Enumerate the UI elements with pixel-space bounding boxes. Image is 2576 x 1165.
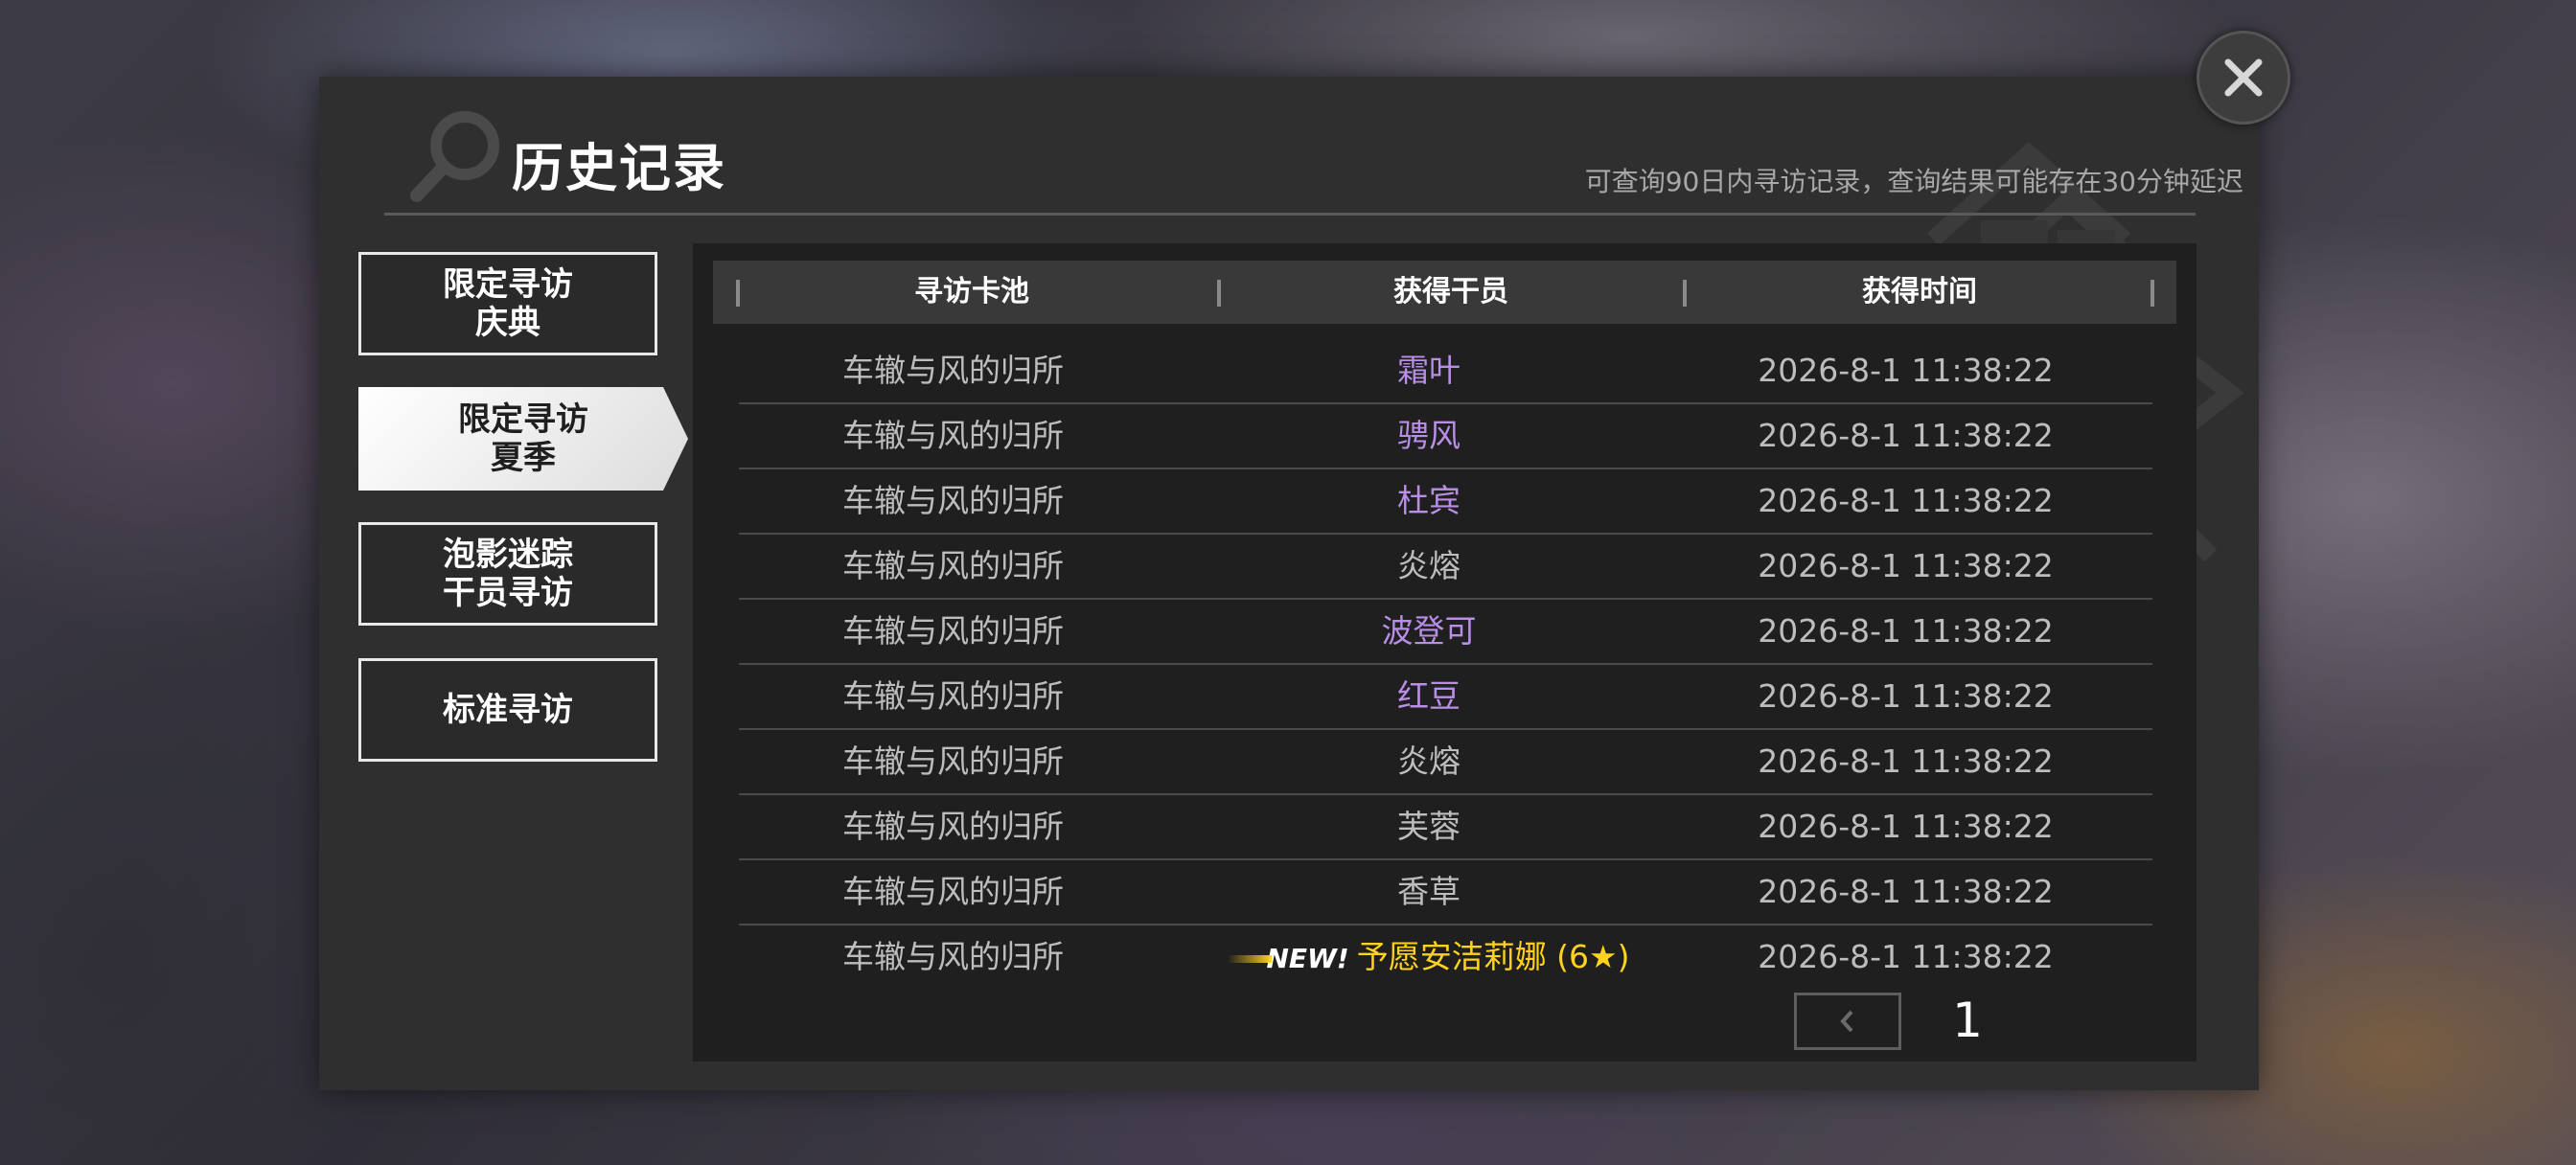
cell-time: 2026-8-1 11:38:22	[1758, 677, 2054, 715]
search-icon	[410, 111, 499, 202]
cell-time: 2026-8-1 11:38:22	[1758, 808, 2054, 845]
cell-time: 2026-8-1 11:38:22	[1758, 547, 2054, 584]
history-table: 寻访卡池 获得干员 获得时间 车辙与风的归所 霜叶 2026-8-1 11:38…	[693, 243, 2196, 1062]
column-header-time: 获得时间	[1862, 275, 1977, 308]
sidebar-item-limited-celebration[interactable]: 限定寻访 庆典	[358, 252, 657, 355]
cell-operator: 红豆	[1397, 677, 1460, 715]
cell-pool: 车辙与风的归所	[842, 677, 1064, 715]
close-button[interactable]	[2196, 31, 2290, 125]
table-row: 车辙与风的归所 香草 2026-8-1 11:38:22	[739, 860, 2152, 925]
cell-pool: 车辙与风的归所	[842, 352, 1064, 389]
sidebar-item-limited-summer[interactable]: 限定寻访 夏季	[358, 387, 688, 491]
cell-pool: 车辙与风的归所	[842, 612, 1064, 650]
table-row: 车辙与风的归所 炎熔 2026-8-1 11:38:22	[739, 535, 2152, 600]
cell-pool: 车辙与风的归所	[842, 873, 1064, 910]
page-title: 历史记录	[512, 138, 726, 198]
table-row: 车辙与风的归所 霜叶 2026-8-1 11:38:22	[739, 339, 2152, 404]
cell-pool: 车辙与风的归所	[842, 808, 1064, 845]
cell-operator: 芙蓉	[1397, 808, 1460, 845]
table-row: 车辙与风的归所 杜宾 2026-8-1 11:38:22	[739, 469, 2152, 535]
table-header: 寻访卡池 获得干员 获得时间	[713, 261, 2176, 324]
cell-time: 2026-8-1 11:38:22	[1758, 482, 2054, 519]
history-dialog: 历史记录 可查询90日内寻访记录，查询结果可能存在30分钟延迟 限定寻访 庆典 …	[319, 77, 2259, 1090]
cell-operator: 骋风	[1397, 417, 1460, 454]
header-separator	[2150, 280, 2154, 307]
cell-operator: 霜叶	[1397, 352, 1460, 389]
cell-time: 2026-8-1 11:38:22	[1758, 938, 2054, 975]
table-row: 车辙与风的归所 芙蓉 2026-8-1 11:38:22	[739, 795, 2152, 860]
cell-time: 2026-8-1 11:38:22	[1758, 352, 2054, 389]
dialog-header: 历史记录 可查询90日内寻访记录，查询结果可能存在30分钟延迟	[384, 88, 2243, 202]
cell-operator: 波登可	[1381, 612, 1477, 650]
cell-operator: 炎熔	[1397, 742, 1460, 780]
table-row: 车辙与风的归所 骋风 2026-8-1 11:38:22	[739, 404, 2152, 469]
cell-pool: 车辙与风的归所	[842, 482, 1064, 519]
new-streak-decoration	[1228, 955, 1273, 963]
chevron-left-icon	[1840, 1010, 1853, 1033]
close-icon	[2224, 58, 2263, 97]
cell-pool: 车辙与风的归所	[842, 742, 1064, 780]
table-row: 车辙与风的归所 波登可 2026-8-1 11:38:22	[739, 600, 2152, 665]
cell-pool: 车辙与风的归所	[842, 938, 1064, 975]
current-page-number: 1	[1952, 993, 1983, 1048]
table-row: 车辙与风的归所 红豆 2026-8-1 11:38:22	[739, 665, 2152, 730]
cell-operator: 杜宾	[1397, 482, 1460, 519]
cell-pool: 车辙与风的归所	[842, 547, 1064, 584]
table-row: 车辙与风的归所 NEW! 予愿安洁莉娜 (6★) 2026-8-1 11:38:2…	[739, 925, 2152, 989]
cell-time: 2026-8-1 11:38:22	[1758, 417, 2054, 454]
new-badge-label: NEW!	[1266, 943, 1349, 974]
cell-pool: 车辙与风的归所	[842, 417, 1064, 454]
cell-operator: 香草	[1397, 873, 1460, 910]
prev-page-button[interactable]	[1794, 993, 1901, 1050]
cell-time: 2026-8-1 11:38:22	[1758, 612, 2054, 650]
column-header-operator: 获得干员	[1393, 275, 1508, 308]
title-divider	[384, 213, 2196, 216]
sidebar-item-standard[interactable]: 标准寻访	[358, 658, 657, 762]
column-header-pool: 寻访卡池	[914, 275, 1029, 308]
header-separator	[736, 280, 740, 307]
cell-operator: NEW! 予愿安洁莉娜 (6★)	[1199, 925, 1659, 989]
query-notice: 可查询90日内寻访记录，查询结果可能存在30分钟延迟	[1584, 166, 2243, 197]
table-row: 车辙与风的归所 炎熔 2026-8-1 11:38:22	[739, 730, 2152, 795]
cell-time: 2026-8-1 11:38:22	[1758, 873, 2054, 910]
cell-time: 2026-8-1 11:38:22	[1758, 742, 2054, 780]
new-badge: NEW!	[1228, 927, 1349, 991]
sidebar-item-phantom-operator[interactable]: 泡影迷踪 干员寻访	[358, 522, 657, 626]
cell-operator: 炎熔	[1397, 547, 1460, 584]
operator-name-six-star: 予愿安洁莉娜 (6★)	[1356, 938, 1630, 975]
